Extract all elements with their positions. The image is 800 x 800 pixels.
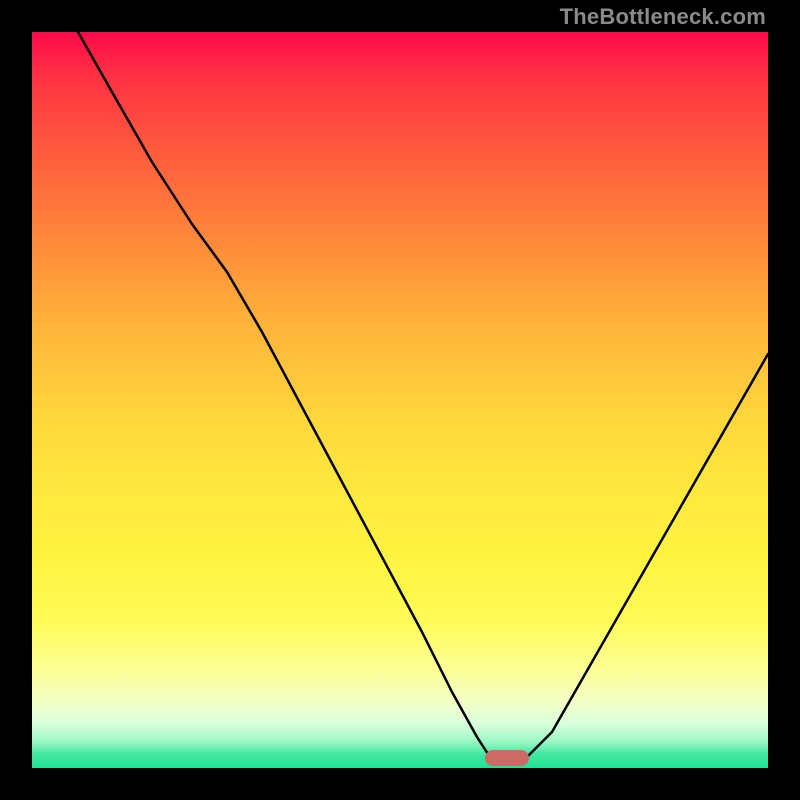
optimum-marker: [485, 750, 529, 766]
bottleneck-curve: [78, 32, 768, 758]
chart-frame: TheBottleneck.com: [0, 0, 800, 800]
curve-layer: [32, 32, 768, 768]
plot-area: [32, 32, 768, 768]
watermark-text: TheBottleneck.com: [560, 4, 766, 30]
